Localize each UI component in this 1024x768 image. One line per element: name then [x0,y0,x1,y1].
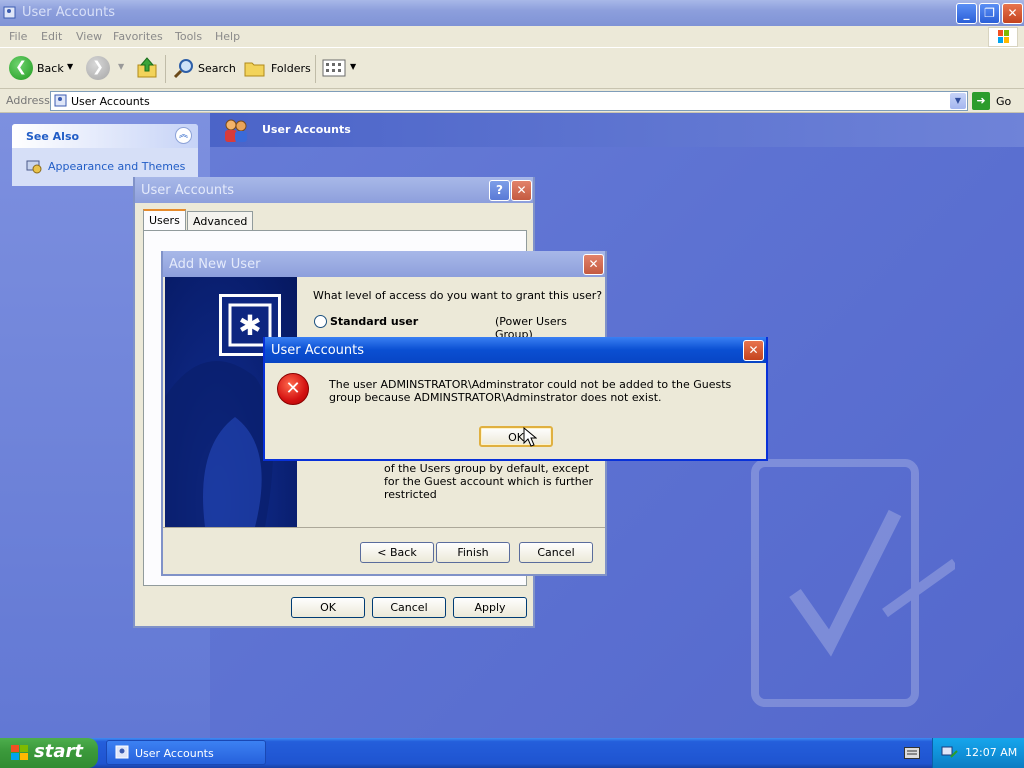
add-new-user-title: Add New User [169,257,261,272]
taskbar-item-user-accounts[interactable]: User Accounts [106,740,266,765]
access-question: What level of access do you want to gran… [313,289,603,302]
minimize-button[interactable]: _ [956,3,977,24]
error-dialog-titlebar[interactable]: User Accounts ✕ [265,337,766,363]
menu-favorites[interactable]: Favorites [113,30,163,43]
search-icon [173,59,193,79]
user-accounts-icon [3,6,16,19]
error-message: The user ADMINSTRATOR\Adminstrator could… [329,378,732,404]
error-icon: ✕ [277,373,309,405]
user-accounts-icon [54,94,67,107]
close-button[interactable]: ✕ [1002,3,1023,24]
address-bar: Address User Accounts ▼ ➜ Go [0,89,1024,113]
menu-edit[interactable]: Edit [41,30,62,43]
folders-icon [244,62,265,77]
wizard-cancel-button[interactable]: Cancel [519,542,593,563]
search-button[interactable]: Search [172,56,236,82]
forward-dropdown-icon[interactable]: ▼ [118,62,124,71]
views-button[interactable]: ▼ [322,56,358,82]
standard-user-radio[interactable] [314,315,327,328]
apply-button[interactable]: Apply [453,597,527,618]
user-accounts-close-button[interactable]: ✕ [511,180,532,201]
back-wizard-button[interactable]: < Back [360,542,434,563]
network-icon[interactable] [941,745,959,761]
start-label: start [34,741,83,762]
appearance-themes-icon [26,160,42,174]
forward-button[interactable]: ❯ ▼ [86,56,126,82]
error-dialog-title: User Accounts [271,343,365,358]
forward-arrow-icon: ❯ [86,56,110,80]
user-accounts-icon [115,745,129,759]
address-dropdown-icon[interactable]: ▼ [950,93,966,109]
clock[interactable]: 12:07 AM [965,746,1017,759]
add-new-user-titlebar[interactable]: Add New User ✕ [163,251,605,277]
see-also-header[interactable]: See Also ︽ [12,124,198,148]
windows-logo-icon [988,27,1018,47]
collapse-chevron-icon[interactable]: ︽ [175,127,192,144]
back-dropdown-icon[interactable]: ▼ [67,62,73,71]
explorer-titlebar[interactable]: User Accounts _ ❐ ✕ [0,0,1024,26]
back-button[interactable]: ❮ Back ▼ [9,56,79,82]
views-icon [322,59,346,77]
back-label: Back [37,62,64,75]
go-button[interactable]: ➜ Go [972,91,1020,111]
tab-users[interactable]: Users [143,209,186,231]
error-ok-button[interactable]: OK [479,426,553,447]
start-button[interactable]: start [0,738,98,768]
menu-file[interactable]: File [9,30,27,43]
toolbar-separator [165,55,166,83]
toolbar: ❮ Back ▼ ❯ ▼ Search Folders ▼ [0,49,1024,89]
tab-advanced[interactable]: Advanced [187,211,254,231]
restore-button[interactable]: ❐ [979,3,1000,24]
windows-flag-icon [11,745,28,760]
add-new-user-close-button[interactable]: ✕ [583,254,604,275]
up-folder-button[interactable] [135,56,161,82]
address-value: User Accounts [71,95,150,108]
go-arrow-icon: ➜ [972,92,990,110]
see-also-title: See Also [26,130,80,143]
taskbar: start User Accounts 12:07 AM [0,738,1024,768]
ok-button[interactable]: OK [291,597,365,618]
views-dropdown-icon: ▼ [350,62,357,71]
explorer-title: User Accounts [22,5,116,20]
page-banner: User Accounts [210,113,1024,147]
cancel-button[interactable]: Cancel [372,597,446,618]
go-label: Go [996,95,1012,108]
system-tray: 12:07 AM [932,738,1024,768]
error-dialog: User Accounts ✕ ✕ The user ADMINSTRATOR\… [263,337,768,461]
user-accounts-dialog-titlebar[interactable]: User Accounts ? ✕ [135,177,533,203]
search-label: Search [198,62,236,75]
menu-help[interactable]: Help [215,30,240,43]
standard-user-label: Standard user [330,315,419,328]
keyboard-icon[interactable] [904,747,920,759]
user-accounts-dialog-title: User Accounts [141,183,235,198]
folders-button[interactable]: Folders [243,56,311,82]
help-button[interactable]: ? [489,180,510,201]
up-folder-icon [137,57,157,78]
menu-tools[interactable]: Tools [175,30,202,43]
checkmark-watermark-icon [751,459,955,707]
users-icon [225,119,247,142]
menu-view[interactable]: View [76,30,102,43]
access-description: of the Users group by default, except fo… [384,462,594,501]
toolbar-separator [315,55,316,83]
error-close-button[interactable]: ✕ [743,340,764,361]
address-field[interactable]: User Accounts ▼ [50,91,968,111]
appearance-themes-link[interactable]: Appearance and Themes [48,160,185,173]
page-title: User Accounts [262,123,351,136]
svg-text:✱: ✱ [238,309,261,342]
menubar: File Edit View Favorites Tools Help [0,26,1024,48]
finish-button[interactable]: Finish [436,542,510,563]
folders-label: Folders [271,62,311,75]
wizard-divider [163,527,605,528]
taskbar-item-label: User Accounts [135,747,214,760]
address-label: Address [6,94,50,107]
mouse-cursor-icon [523,427,537,447]
back-arrow-icon: ❮ [9,56,33,80]
